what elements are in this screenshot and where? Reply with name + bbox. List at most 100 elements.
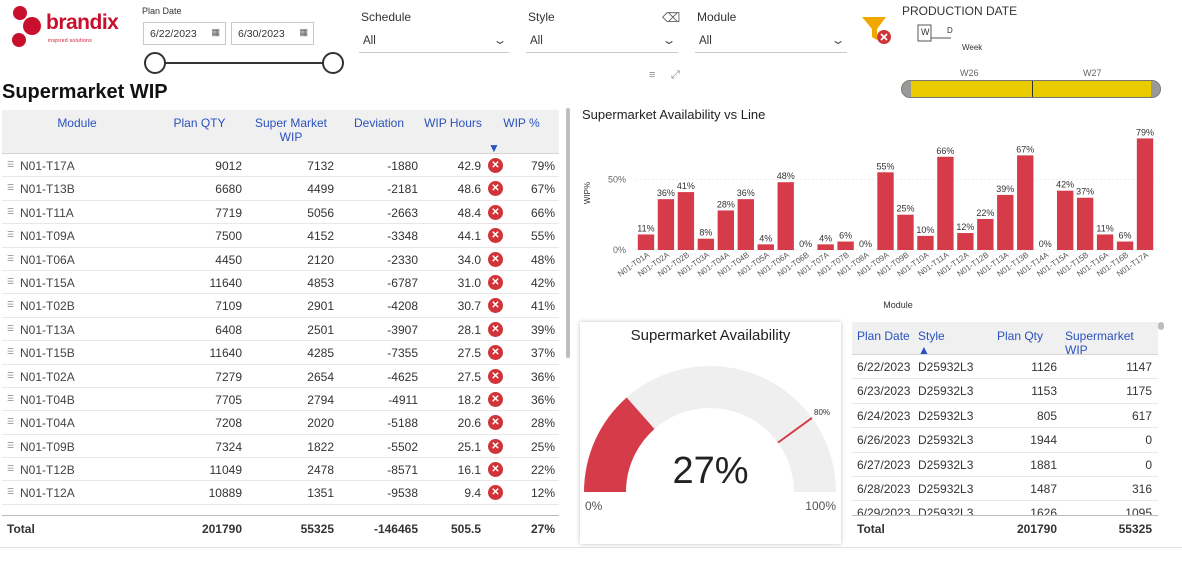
col-header-plan-qty[interactable]: Plan Qty xyxy=(997,329,1043,343)
production-date-timeline[interactable] xyxy=(901,80,1161,98)
date-from-input[interactable]: 6/22/2023 ▦ xyxy=(143,22,226,45)
bar[interactable] xyxy=(697,238,715,250)
bar[interactable] xyxy=(837,241,854,250)
row-expand-icon[interactable]: ☰ xyxy=(7,394,14,403)
eraser-icon[interactable]: ⌫ xyxy=(662,10,680,26)
table-row[interactable]: ☰ N01-T02A 7279 2654 -4625 27.5 ✕ 36% xyxy=(2,365,559,388)
row-expand-icon[interactable]: ☰ xyxy=(7,347,14,356)
granularity-selector[interactable]: W D Week xyxy=(917,24,982,56)
date-range-slider-end-handle[interactable] xyxy=(322,52,344,74)
table-row[interactable]: ☰ N01-T02B 7109 2901 -4208 30.7 ✕ 41% xyxy=(2,294,559,318)
clear-filters-icon[interactable] xyxy=(860,14,894,46)
col-header-supermarket-wip[interactable]: Supermarket WIP xyxy=(1065,329,1158,357)
bar[interactable] xyxy=(657,199,675,250)
timeline-end-handle[interactable] xyxy=(1151,81,1160,97)
cell-wip: 1822 xyxy=(307,439,334,454)
row-expand-icon[interactable]: ☰ xyxy=(7,441,14,450)
table-row[interactable]: 6/26/2023 D25932L3 1944 0 xyxy=(852,428,1158,453)
module-dropdown[interactable]: All ⌄ xyxy=(695,31,847,53)
cell-wip-hours: 20.6 xyxy=(457,416,481,431)
table-row[interactable]: ☰ N01-T11A 7719 5056 -2663 48.4 ✕ 66% xyxy=(2,201,559,225)
col-header-super-market-wip[interactable]: Super Market WIP xyxy=(252,116,330,144)
col-header-plan-qty[interactable]: Plan QTY xyxy=(172,116,227,130)
bar[interactable] xyxy=(957,233,974,250)
bar[interactable] xyxy=(777,182,794,250)
cell-style: D25932L3 xyxy=(918,384,974,399)
cell-wip-pct: 12% xyxy=(530,486,555,501)
table-row[interactable]: ☰ N01-T12B 11049 2478 -8571 16.1 ✕ 22% xyxy=(2,458,559,482)
data-label: 37% xyxy=(1076,187,1094,197)
row-expand-icon[interactable]: ☰ xyxy=(7,254,14,263)
date-range-slider-start-handle[interactable] xyxy=(144,52,166,74)
table-row[interactable]: 6/24/2023 D25932L3 805 617 xyxy=(852,404,1158,429)
col-header-plan-date[interactable]: Plan Date xyxy=(857,329,910,343)
row-expand-icon[interactable]: ☰ xyxy=(7,324,14,333)
bar[interactable] xyxy=(1017,155,1034,250)
table-row[interactable]: 6/28/2023 D25932L3 1487 316 xyxy=(852,477,1158,502)
page-title: Supermarket WIP xyxy=(2,81,168,103)
col-header-wip-pct[interactable]: WIP % xyxy=(499,116,544,130)
row-expand-icon[interactable]: ☰ xyxy=(7,417,14,426)
row-expand-icon[interactable]: ☰ xyxy=(7,464,14,473)
table-row[interactable]: ☰ N01-T17A 9012 7132 -1880 42.9 ✕ 79% xyxy=(2,154,559,178)
table-row[interactable]: ☰ N01-T09A 7500 4152 -3348 44.1 ✕ 55% xyxy=(2,224,559,248)
table-row[interactable]: ☰ N01-T06A 4450 2120 -2330 34.0 ✕ 48% xyxy=(2,248,559,271)
col-header-style[interactable]: Style xyxy=(918,329,945,343)
row-expand-icon[interactable]: ☰ xyxy=(7,207,14,216)
table-row[interactable]: 6/29/2023 D25932L3 1626 1095 xyxy=(852,501,1158,515)
data-label: 6% xyxy=(1119,231,1132,241)
col-header-module[interactable]: Module xyxy=(42,116,112,130)
bar[interactable] xyxy=(897,214,914,250)
table-row[interactable]: 6/23/2023 D25932L3 1153 1175 xyxy=(852,379,1158,404)
bar[interactable] xyxy=(717,210,735,250)
row-expand-icon[interactable]: ☰ xyxy=(7,487,14,496)
bar[interactable] xyxy=(1076,197,1094,250)
schedule-dropdown[interactable]: All ⌄ xyxy=(359,31,509,53)
table-row[interactable]: ☰ N01-T13B 6680 4499 -2181 48.6 ✕ 67% xyxy=(2,177,559,201)
row-expand-icon[interactable]: ☰ xyxy=(7,230,14,239)
calendar-icon[interactable]: ▦ xyxy=(299,27,308,38)
style-dropdown[interactable]: All ⌄ xyxy=(526,31,678,53)
wip-table-scrollbar[interactable] xyxy=(566,108,570,358)
row-expand-icon[interactable]: ☰ xyxy=(7,277,14,286)
row-expand-icon[interactable]: ☰ xyxy=(7,183,14,192)
bar[interactable] xyxy=(757,244,774,250)
detail-table-body: 6/22/2023 D25932L3 1126 1147 6/23/2023 D25932… xyxy=(852,355,1158,515)
row-expand-icon[interactable]: ☰ xyxy=(7,300,14,309)
bar[interactable] xyxy=(1136,138,1154,250)
detail-table-scrollbar[interactable] xyxy=(1158,322,1164,330)
bar[interactable] xyxy=(917,235,934,250)
date-range-slider-track[interactable] xyxy=(155,62,333,64)
bar[interactable] xyxy=(637,234,655,250)
row-expand-icon[interactable]: ☰ xyxy=(7,371,14,380)
calendar-icon[interactable]: ▦ xyxy=(211,27,220,38)
bar[interactable] xyxy=(977,218,994,250)
bar[interactable] xyxy=(1056,190,1074,250)
filter-icon[interactable]: ≡ xyxy=(649,69,655,81)
table-row[interactable]: ☰ N01-T12A 10889 1351 -9538 9.4 ✕ 12% xyxy=(2,481,559,505)
style-dropdown-value: All xyxy=(530,35,543,47)
bar[interactable] xyxy=(877,172,894,250)
bar[interactable] xyxy=(1116,241,1134,250)
col-header-deviation[interactable]: Deviation xyxy=(349,116,409,130)
row-expand-icon[interactable]: ☰ xyxy=(7,160,14,169)
bar[interactable] xyxy=(817,244,834,250)
date-to-input[interactable]: 6/30/2023 ▦ xyxy=(231,22,314,45)
focus-mode-icon[interactable]: ⤢ xyxy=(671,69,680,82)
bar[interactable] xyxy=(997,194,1014,250)
bar[interactable] xyxy=(937,156,954,250)
col-header-wip-hours[interactable]: WIP Hours xyxy=(422,116,484,130)
bar[interactable] xyxy=(737,199,754,250)
table-row[interactable]: 6/22/2023 D25932L3 1126 1147 xyxy=(852,355,1158,380)
table-row[interactable]: ☰ N01-T15A 11640 4853 -6787 31.0 ✕ 42% xyxy=(2,271,559,295)
cell-deviation: -2663 xyxy=(387,205,418,220)
table-row[interactable]: 6/27/2023 D25932L3 1881 0 xyxy=(852,453,1158,477)
table-row[interactable]: ☰ N01-T04A 7208 2020 -5188 20.6 ✕ 28% xyxy=(2,411,559,435)
bar[interactable] xyxy=(1096,234,1114,250)
timeline-start-handle[interactable] xyxy=(902,81,911,97)
bar[interactable] xyxy=(677,192,695,250)
table-row[interactable]: ☰ N01-T15B 11640 4285 -7355 27.5 ✕ 37% xyxy=(2,341,559,365)
table-row[interactable]: ☰ N01-T13A 6408 2501 -3907 28.1 ✕ 39% xyxy=(2,318,559,342)
table-row[interactable]: ☰ N01-T04B 7705 2794 -4911 18.2 ✕ 36% xyxy=(2,388,559,412)
table-row[interactable]: ☰ N01-T09B 7324 1822 -5502 25.1 ✕ 25% xyxy=(2,435,559,459)
